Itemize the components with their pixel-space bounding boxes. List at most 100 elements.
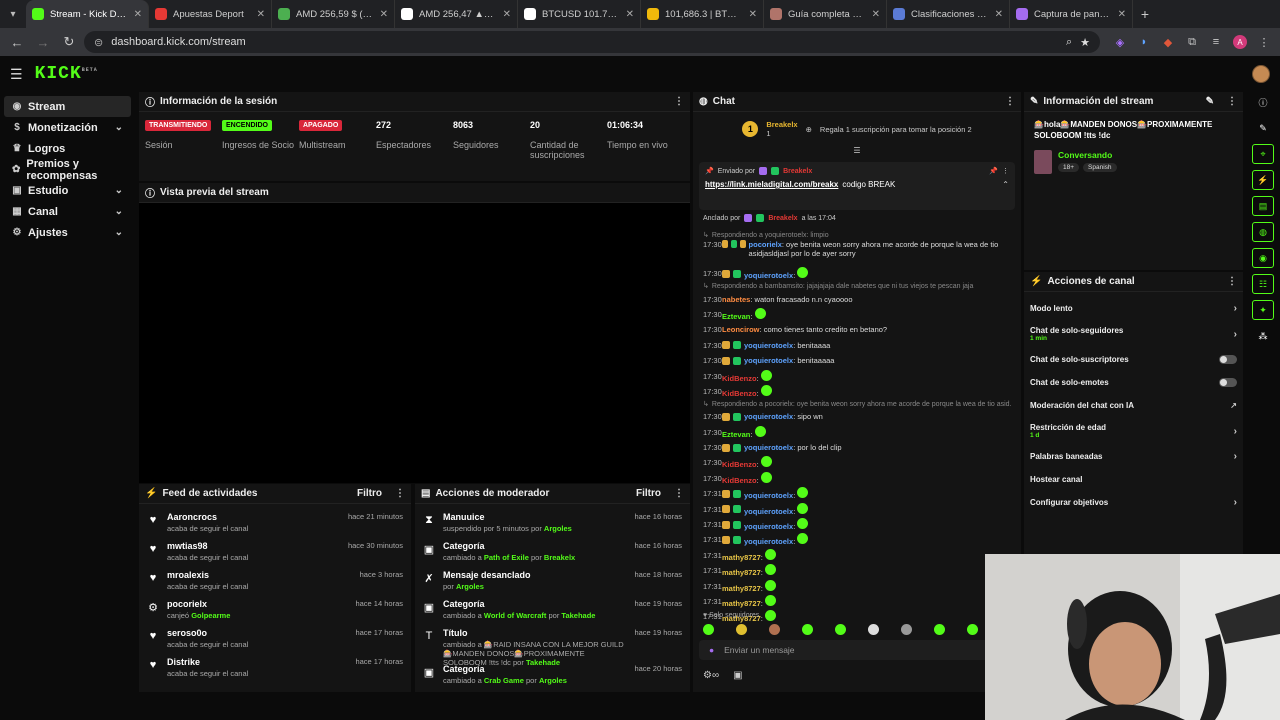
external-link-icon[interactable]: ↗	[1230, 401, 1237, 410]
chevron-right-icon[interactable]: ›	[1234, 497, 1237, 508]
close-tab-icon[interactable]: ✕	[1118, 9, 1126, 20]
chat-message[interactable]: 17:30 KidBenzo:	[703, 368, 1011, 383]
more-options-icon[interactable]: ⋮	[1227, 276, 1237, 287]
message-username[interactable]: Eztevan	[722, 430, 750, 439]
kick-logo[interactable]: KICKBETA	[35, 64, 98, 84]
channel-action-row[interactable]: Chat de solo-emotes	[1024, 372, 1243, 393]
emote-icon[interactable]	[901, 624, 912, 635]
unpin-icon[interactable]: 📌	[989, 167, 998, 175]
message-username[interactable]: pocorielx	[749, 240, 782, 249]
emote-icon[interactable]	[868, 624, 879, 635]
chat-message[interactable]: 17:30 pocorielx: oye benita weon sorry ah…	[703, 240, 1011, 266]
new-tab-button[interactable]: +	[1133, 6, 1157, 22]
back-icon[interactable]: ←	[6, 35, 28, 50]
message-username[interactable]: yoquierotoelx	[744, 491, 793, 500]
hamburger-menu-icon[interactable]: ☰	[10, 66, 23, 83]
collapse-leaderboard-icon[interactable]: ☰	[693, 146, 1021, 156]
chat-message[interactable]: 17:30 KidBenzo:	[703, 471, 1011, 486]
chevron-right-icon[interactable]: ›	[1234, 426, 1237, 437]
feed-highlight[interactable]: Takehade	[561, 611, 595, 620]
channel-action-row[interactable]: Modo lento ›	[1024, 298, 1243, 319]
activity-filter-button[interactable]: Filtro	[357, 488, 382, 499]
channel-action-row[interactable]: Moderación del chat con IA ↗	[1024, 395, 1243, 416]
toggle-switch[interactable]	[1219, 378, 1237, 387]
chevron-down-icon[interactable]: ⌄	[115, 227, 123, 238]
edit-icon[interactable]: ✎	[1252, 118, 1274, 138]
message-username[interactable]: mathy8727	[722, 584, 761, 593]
channel-action-row[interactable]: Configurar objetivos ›	[1024, 492, 1243, 513]
sidebar-item[interactable]: ✿ Premios y recompensas	[4, 158, 131, 182]
chat-message[interactable]: 17:31 mathy8727:	[703, 563, 1011, 578]
message-username[interactable]: yoquierotoelx	[744, 356, 793, 365]
chat-message[interactable]: 17:30 nabetes: waton fracasado n.n cyaooo…	[703, 291, 1011, 306]
feed-highlight[interactable]: Path of Exile	[484, 553, 529, 562]
stream-tag[interactable]: 18+	[1058, 162, 1080, 172]
chat-message[interactable]: 17:30 yoquierotoelx: benitaaaaa	[703, 353, 1011, 368]
profile-avatar[interactable]: A	[1230, 32, 1250, 52]
chat-message[interactable]: 17:30 yoquierotoelx: por lo del clip	[703, 440, 1011, 455]
chevron-right-icon[interactable]: ›	[1234, 451, 1237, 462]
mod-filter-button[interactable]: Filtro	[636, 488, 661, 499]
chevron-down-icon[interactable]: ⌄	[115, 122, 123, 133]
stream-tag[interactable]: Spanish	[1083, 162, 1117, 172]
chat-message[interactable]: 17:31 yoquierotoelx:	[703, 517, 1011, 532]
channel-action-row[interactable]: Restricción de edad 1 d ›	[1024, 418, 1243, 444]
emote-icon[interactable]	[703, 624, 714, 635]
message-username[interactable]: mathy8727	[722, 599, 761, 608]
browser-tab[interactable]: Captura de pantalla ✕	[1010, 0, 1133, 28]
browser-tab[interactable]: Guía completa de Ke ✕	[764, 0, 887, 28]
message-username[interactable]: KidBenzo	[722, 460, 757, 469]
more-options-icon[interactable]: ⋮	[674, 488, 684, 499]
site-info-icon[interactable]: ⊜	[94, 36, 103, 49]
chat-message[interactable]: 17:30 yoquierotoelx: benitaaaa	[703, 338, 1011, 353]
sidebar-item[interactable]: ◉ Stream	[4, 96, 131, 117]
sidebar-item[interactable]: ⚙ Ajustes ⌄	[4, 222, 131, 243]
close-tab-icon[interactable]: ✕	[626, 9, 634, 20]
feed-row[interactable]: ▣ Categoría cambiado a Crab Game por Argol…	[415, 660, 690, 689]
close-tab-icon[interactable]: ✕	[749, 9, 757, 20]
chat-message[interactable]: 17:31 mathy8727:	[703, 594, 1011, 609]
feed-row[interactable]: ♥ mroalexis acaba de seguir el canal hace 3…	[139, 566, 411, 595]
sidebar-item[interactable]: $ Monetización ⌄	[4, 117, 131, 138]
channel-action-row[interactable]: Hostear canal	[1024, 469, 1243, 490]
message-username[interactable]: KidBenzo	[722, 374, 757, 383]
emote-icon[interactable]	[934, 624, 945, 635]
pinned-link[interactable]: https://link.mieladigital.com/breakx	[705, 180, 838, 189]
chevron-down-icon[interactable]: ⌄	[115, 206, 123, 217]
message-username[interactable]: yoquierotoelx	[744, 443, 793, 452]
chat-message[interactable]: 17:30 yoquierotoelx:	[703, 266, 1011, 281]
chat-message[interactable]: 17:30 Eztevan:	[703, 425, 1011, 440]
close-tab-icon[interactable]: ✕	[380, 9, 388, 20]
feed-row[interactable]: ⚙ pocorielx canjeó Golpearme hace 14 horas	[139, 595, 411, 624]
feed-row[interactable]: ♥ seroso0o acaba de seguir el canal hace 17…	[139, 624, 411, 653]
more-options-icon[interactable]: ⋮	[395, 488, 405, 499]
feed-row[interactable]: ▣ Categoría cambiado a Path of Exile por B…	[415, 537, 690, 566]
close-tab-icon[interactable]: ✕	[503, 9, 511, 20]
message-username[interactable]: nabetes	[722, 295, 750, 304]
chat-message[interactable]: 17:30 KidBenzo:	[703, 384, 1011, 399]
category-name[interactable]: Conversando	[1058, 150, 1117, 160]
message-username[interactable]: yoquierotoelx	[744, 271, 793, 280]
tab-search-icon[interactable]: ▾	[0, 0, 26, 28]
browser-tab[interactable]: BTCUSD 101.731 ▼ - ✕	[518, 0, 641, 28]
chat-message-input[interactable]: ● Enviar un mensaje ☺	[699, 640, 1015, 660]
feed-highlight[interactable]: Crab Game	[484, 676, 524, 685]
feed-row[interactable]: ✗ Mensaje desanclado por Argoles hace 18 ho…	[415, 566, 690, 595]
feed-row[interactable]: ♥ Aaroncrocs acaba de seguir el canal hace …	[139, 508, 411, 537]
feed-row[interactable]: ♥ mwtias98 acaba de seguir el canal hace 30…	[139, 537, 411, 566]
chat-icon[interactable]: ◍	[1252, 222, 1274, 242]
user-avatar[interactable]	[1252, 65, 1270, 83]
more-options-icon[interactable]: ⋮	[1002, 167, 1009, 175]
pinned-user[interactable]: Breakelx	[783, 168, 812, 175]
channel-action-row[interactable]: Chat de solo-seguidores 1 min ›	[1024, 321, 1243, 347]
chat-tools-icon[interactable]: ⚙∞	[703, 670, 719, 681]
feed-highlight[interactable]: Argoles	[456, 582, 484, 591]
emote-icon[interactable]	[736, 624, 747, 635]
extension-red-icon[interactable]: ◆	[1158, 32, 1178, 52]
reload-icon[interactable]: ↻	[58, 34, 80, 50]
message-username[interactable]: Leoncirow	[722, 325, 760, 334]
top-gifter-name[interactable]: Breakelx	[766, 120, 797, 129]
bookmark-star-icon[interactable]: ★	[1080, 36, 1090, 49]
forward-icon[interactable]: →	[32, 35, 54, 50]
feed-highlight[interactable]: Argoles	[539, 676, 567, 685]
